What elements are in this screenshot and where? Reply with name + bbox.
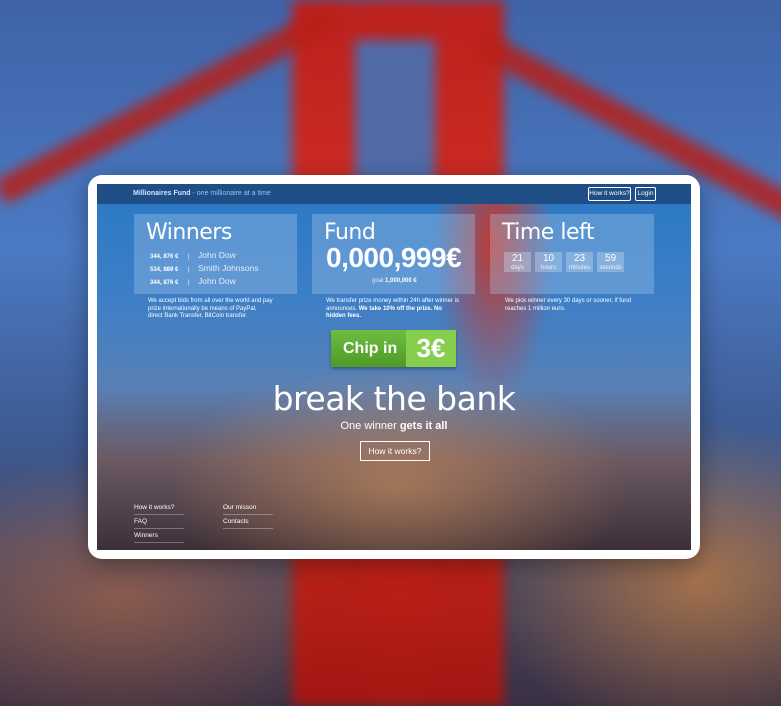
time-left-panel: Time left 21 days 10 hours 23 minutes 59… bbox=[490, 214, 654, 294]
countdown-unit: seconds bbox=[599, 265, 622, 271]
countdown-days: 21 days bbox=[504, 252, 531, 272]
winner-separator: | bbox=[188, 267, 190, 273]
winners-title: Winners bbox=[146, 220, 232, 245]
brand-tagline: - one millionaire at a time bbox=[192, 190, 271, 197]
countdown-value: 23 bbox=[573, 253, 586, 264]
winner-name: Smith Johnsons bbox=[198, 263, 259, 273]
footer-link-faq[interactable]: FAQ bbox=[134, 518, 184, 529]
fund-goal-value: 1,000,000 € bbox=[385, 278, 417, 284]
footer-link-our-mission[interactable]: Our misson bbox=[223, 504, 273, 515]
footer-link-how-it-works[interactable]: How it works? bbox=[134, 504, 184, 515]
hero-sub-text: One winner bbox=[340, 420, 397, 432]
fund-panel: Fund 0,000,999€ goal 1,000,000 € bbox=[312, 214, 475, 294]
winner-row: 344, 876 € | John Dow bbox=[150, 276, 236, 286]
time-left-title: Time left bbox=[502, 220, 594, 245]
nav-how-it-works-button[interactable]: How it works? bbox=[588, 187, 631, 201]
fund-amount: 0,000,999€ bbox=[326, 242, 462, 273]
fund-goal: goal 1,000,000 € bbox=[372, 278, 417, 284]
winners-panel: Winners 344, 876 € | John Dow 534, 889 € | S… bbox=[134, 214, 297, 294]
countdown-value: 10 bbox=[542, 253, 555, 264]
countdown-minutes: 23 minutes bbox=[566, 252, 593, 272]
fund-description: We transfer prize money within 24h after… bbox=[326, 298, 461, 321]
top-bar: Millionaires Fund - one millionaire at a… bbox=[97, 184, 691, 204]
hero-sub-bold: gets it all bbox=[399, 420, 448, 432]
countdown-unit: minutes bbox=[568, 265, 590, 271]
countdown-unit: days bbox=[511, 265, 524, 271]
winner-name: John Dow bbox=[198, 250, 236, 260]
nav-login-button[interactable]: Login bbox=[635, 187, 656, 201]
footer-link-winners[interactable]: Winners bbox=[134, 532, 184, 543]
winners-description: We accept bids from all over the world a… bbox=[148, 298, 273, 319]
website-screen: Millionaires Fund - one millionaire at a… bbox=[97, 184, 691, 550]
hero-subheadline: One winner gets it all bbox=[97, 420, 691, 432]
footer-link-contacts[interactable]: Contacts bbox=[223, 518, 273, 529]
winner-amount: 534, 889 € bbox=[150, 267, 179, 273]
countdown-hours: 10 hours bbox=[535, 252, 562, 272]
how-it-works-cta-button[interactable]: How it works? bbox=[360, 441, 430, 461]
brand-name: Millionaires Fund bbox=[133, 190, 191, 197]
hero-headline: break the bank bbox=[272, 379, 516, 418]
brand[interactable]: Millionaires Fund - one millionaire at a… bbox=[133, 189, 271, 199]
winner-row: 344, 876 € | John Dow bbox=[150, 250, 236, 260]
winner-separator: | bbox=[188, 254, 190, 260]
fund-goal-label: goal bbox=[372, 278, 384, 284]
countdown-value: 21 bbox=[511, 253, 524, 264]
winner-name: John Dow bbox=[198, 276, 236, 286]
chip-in-price: 3€ bbox=[406, 330, 456, 367]
winner-amount: 344, 876 € bbox=[150, 280, 179, 286]
winner-row: 534, 889 € | Smith Johnsons bbox=[150, 263, 258, 273]
winner-amount: 344, 876 € bbox=[150, 254, 179, 260]
chip-in-button[interactable]: Chip in 3€ bbox=[331, 330, 456, 367]
chip-in-label: Chip in bbox=[343, 340, 398, 357]
countdown-seconds: 59 seconds bbox=[597, 252, 624, 272]
countdown-value: 59 bbox=[604, 253, 617, 264]
winner-separator: | bbox=[188, 280, 190, 286]
time-left-description: We pick winner every 30 days or sooner, … bbox=[505, 298, 631, 312]
countdown-unit: hours bbox=[540, 265, 556, 271]
